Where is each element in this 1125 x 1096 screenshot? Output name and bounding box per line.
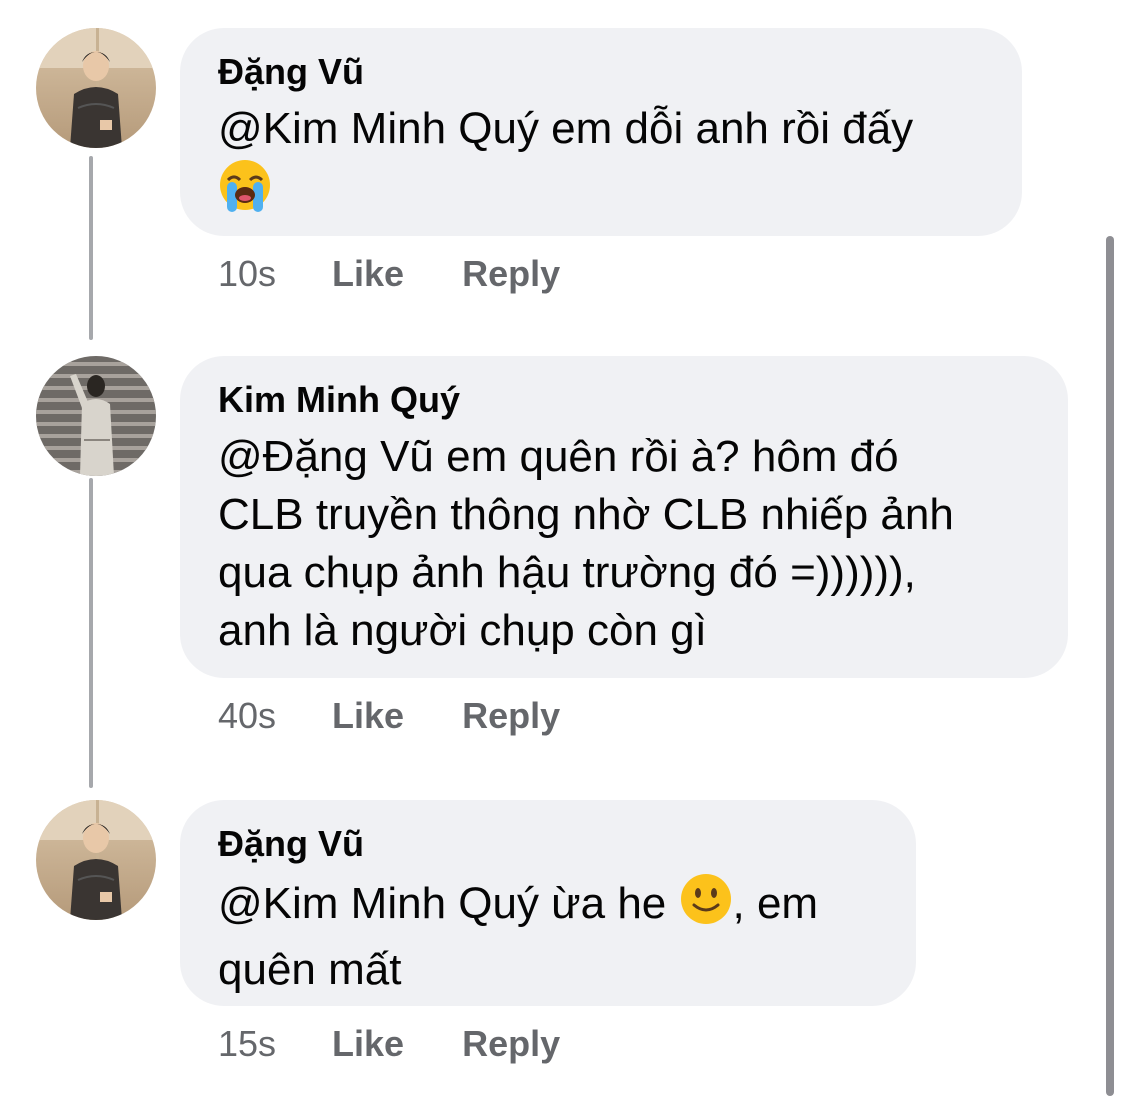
comment-text-body: @Kim Minh Quý em dỗi anh rồi đấy [218, 104, 914, 153]
scrollbar[interactable] [1106, 236, 1114, 1096]
comment-text-line: @Đặng Vũ em quên rồi à? hôm đó [218, 432, 899, 481]
comment-actions: 15s Like Reply [218, 1022, 560, 1066]
reply-button[interactable]: Reply [462, 1022, 560, 1066]
comment-bubble: Kim Minh Quý @Đặng Vũ em quên rồi à? hôm… [180, 356, 1068, 678]
comment-actions: 10s Like Reply [218, 252, 560, 296]
avatar[interactable] [36, 800, 156, 920]
thread-line [89, 156, 93, 340]
comment-text: @Đặng Vũ em quên rồi à? hôm đó CLB truyền… [218, 428, 1030, 660]
like-button[interactable]: Like [332, 252, 404, 296]
like-button[interactable]: Like [332, 1022, 404, 1066]
comment-text-line: anh là người chụp còn gì [218, 606, 707, 655]
comment-text: @Kim Minh Quý em dỗi anh rồi đấy [218, 100, 984, 227]
comment-bubble: Đặng Vũ @Kim Minh Quý em dỗi anh rồi đấy [180, 28, 1022, 236]
comment-timestamp[interactable]: 15s [218, 1022, 276, 1066]
comment-text-line: quên mất [218, 945, 402, 994]
comment-author[interactable]: Đặng Vũ [218, 822, 878, 866]
reply-button[interactable]: Reply [462, 252, 560, 296]
comment-timestamp[interactable]: 10s [218, 252, 276, 296]
comment-bubble: Đặng Vũ @Kim Minh Quý ừa he , em quên mất [180, 800, 916, 1006]
comment-timestamp[interactable]: 40s [218, 694, 276, 738]
comment-text: @Kim Minh Quý ừa he , em quên mất [218, 872, 878, 999]
comment-text-body: @Kim Minh Quý ừa he [218, 879, 679, 928]
thread-line [89, 478, 93, 788]
slightly-smiling-face-icon [679, 872, 733, 941]
avatar[interactable] [36, 356, 156, 476]
comment-text-line: qua chụp ảnh hậu trường đó =)))))), [218, 548, 916, 597]
like-button[interactable]: Like [332, 694, 404, 738]
comment-author[interactable]: Đặng Vũ [218, 50, 984, 94]
avatar[interactable] [36, 28, 156, 148]
comment-actions: 40s Like Reply [218, 694, 560, 738]
comment-author[interactable]: Kim Minh Quý [218, 378, 1030, 422]
comment-text-line: CLB truyền thông nhờ CLB nhiếp ảnh [218, 490, 954, 539]
loudly-crying-face-icon [218, 158, 272, 227]
reply-button[interactable]: Reply [462, 694, 560, 738]
comment-text-body: , em [732, 879, 819, 928]
